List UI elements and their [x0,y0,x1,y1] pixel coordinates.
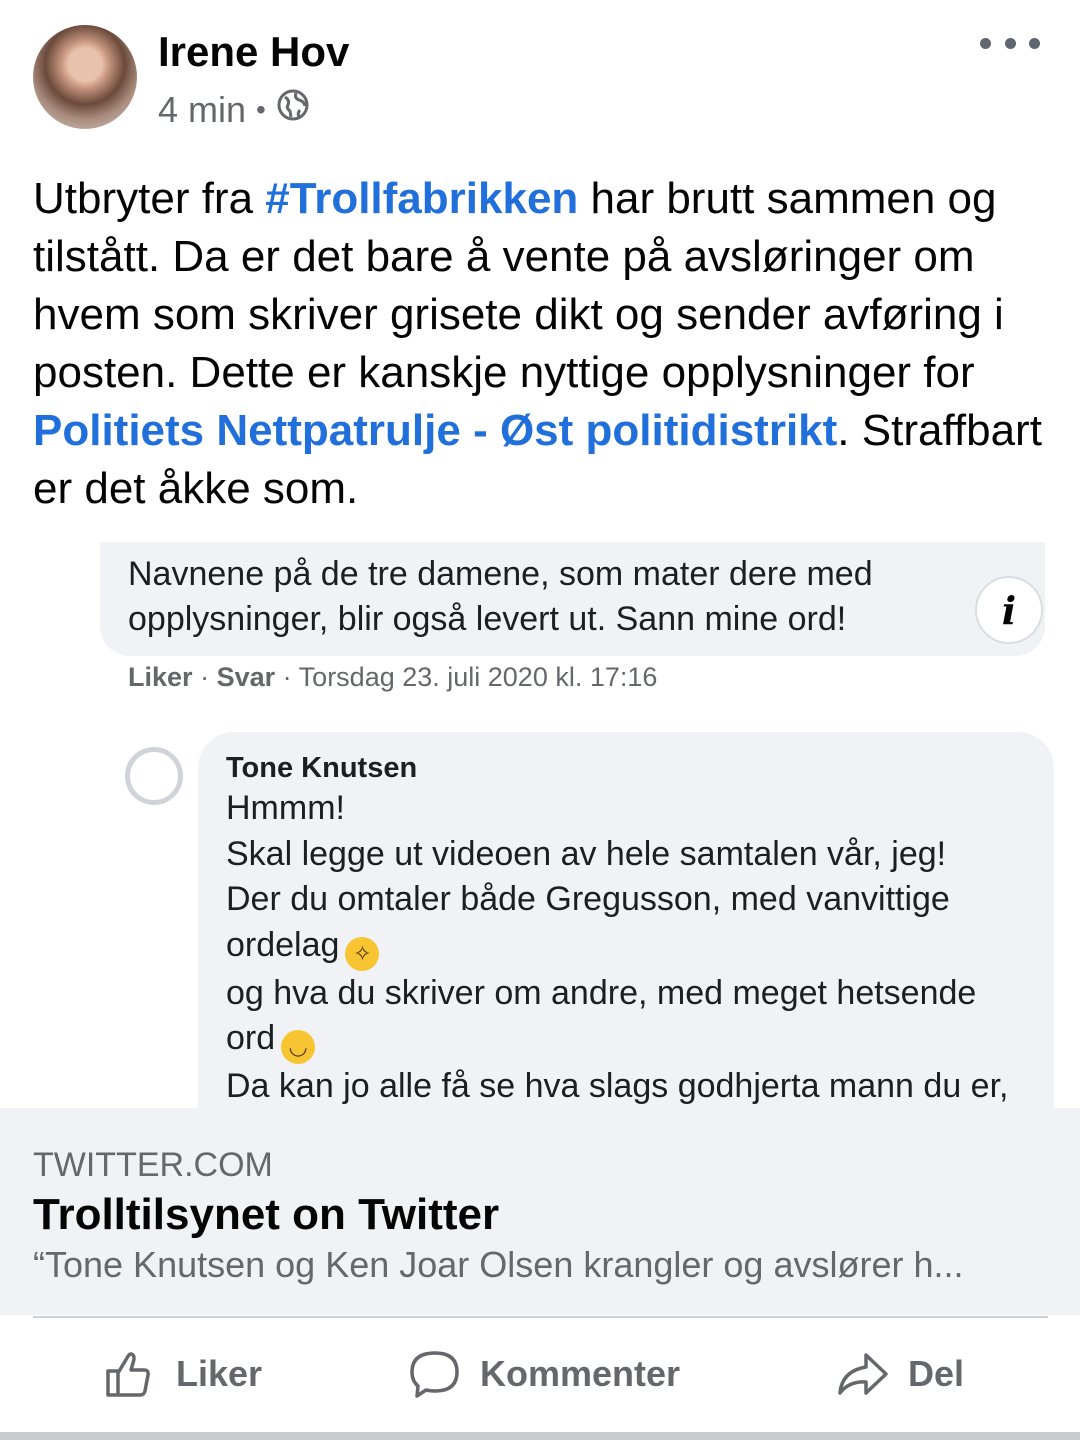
thumbs-up-icon [106,1352,150,1397]
page-mention-link[interactable]: Politiets Nettpatrulje - Øst politidistr… [33,406,837,455]
share-label: Del [908,1353,965,1394]
reply-line-with-emoji: ordelag ✧ [226,923,1036,971]
comment-bubble: Navnene på de tre damene, som mater dere… [100,542,1045,656]
comment-actions: Liker · Svar · Torsdag 23. juli 2020 kl.… [128,662,657,693]
reply-bubble: Tone Knutsen Hmmm! Skal legge ut videoen… [198,732,1054,1108]
comment-text: Navnene på de tre damene, som mater dere… [128,555,873,638]
post-action-bar: Liker Kommenter Del [0,1318,1080,1430]
globe-icon [276,88,310,131]
hashtag-link[interactable]: #Trollfabrikken [265,174,578,223]
comment-timestamp: Torsdag 23. juli 2020 kl. 17:16 [298,662,658,692]
share-button[interactable]: Del [836,1318,964,1430]
author-avatar[interactable] [33,25,137,129]
like-label: Liker [176,1353,263,1394]
post-meta: 4 min • [158,88,310,131]
link-preview-card[interactable]: TWITTER.COM Trolltilsynet on Twitter “To… [0,1108,1080,1315]
reply-line: Der du omtaler både Gregusson, med vanvi… [226,880,950,918]
reply-line: Hmmm! [226,789,345,827]
post-text: Utbryter fra #Trollfabrikken har brutt s… [33,170,1053,518]
embedded-screenshot[interactable]: Navnene på de tre damene, som mater dere… [0,542,1080,1108]
post-header: Irene Hov 4 min • [0,0,1080,150]
reply-line: ordelag [226,925,340,964]
bottom-strip [0,1432,1080,1440]
link-description: “Tone Knutsen og Ken Joar Olsen krangler… [33,1244,964,1285]
share-arrow-icon [838,1353,888,1395]
laughing-emoji-icon: ✧ [345,936,380,971]
reply-author: Tone Knutsen [226,752,418,784]
commenter-avatar [125,747,183,805]
reply-line-with-emoji: ord ◡ [226,1016,1036,1064]
meta-separator: • [256,93,266,125]
comment-label: Kommenter [480,1353,681,1394]
reply-line: Da kan jo alle få se hva slags godhjerta… [226,1067,1009,1105]
comment-bubble-icon [410,1351,459,1398]
link-title: Trolltilsynet on Twitter [33,1190,500,1239]
comment-reply-label: Svar [216,662,276,692]
reply-text: Hmmm! Skal legge ut videoen av hele samt… [226,786,1036,1108]
author-name[interactable]: Irene Hov [158,28,349,76]
comment-sep: · [282,662,292,692]
grinning-emoji-icon: ◡ [281,1030,316,1064]
post-text-part: Utbryter fra [33,174,266,223]
comment-button[interactable]: Kommenter [408,1318,680,1430]
reply-line: ord [226,1019,276,1057]
reply-line: og hva du skriver om andre, med meget he… [226,973,977,1012]
reply-line: Skal legge ut videoen av hele samtalen v… [226,834,947,873]
post-time[interactable]: 4 min [158,89,246,131]
info-icon[interactable]: i [975,576,1043,644]
more-options-icon[interactable] [980,28,1040,58]
comment-sep: · [200,662,210,692]
comment-like-label: Liker [128,662,193,692]
link-domain: TWITTER.COM [33,1146,273,1184]
like-button[interactable]: Liker [104,1318,262,1430]
